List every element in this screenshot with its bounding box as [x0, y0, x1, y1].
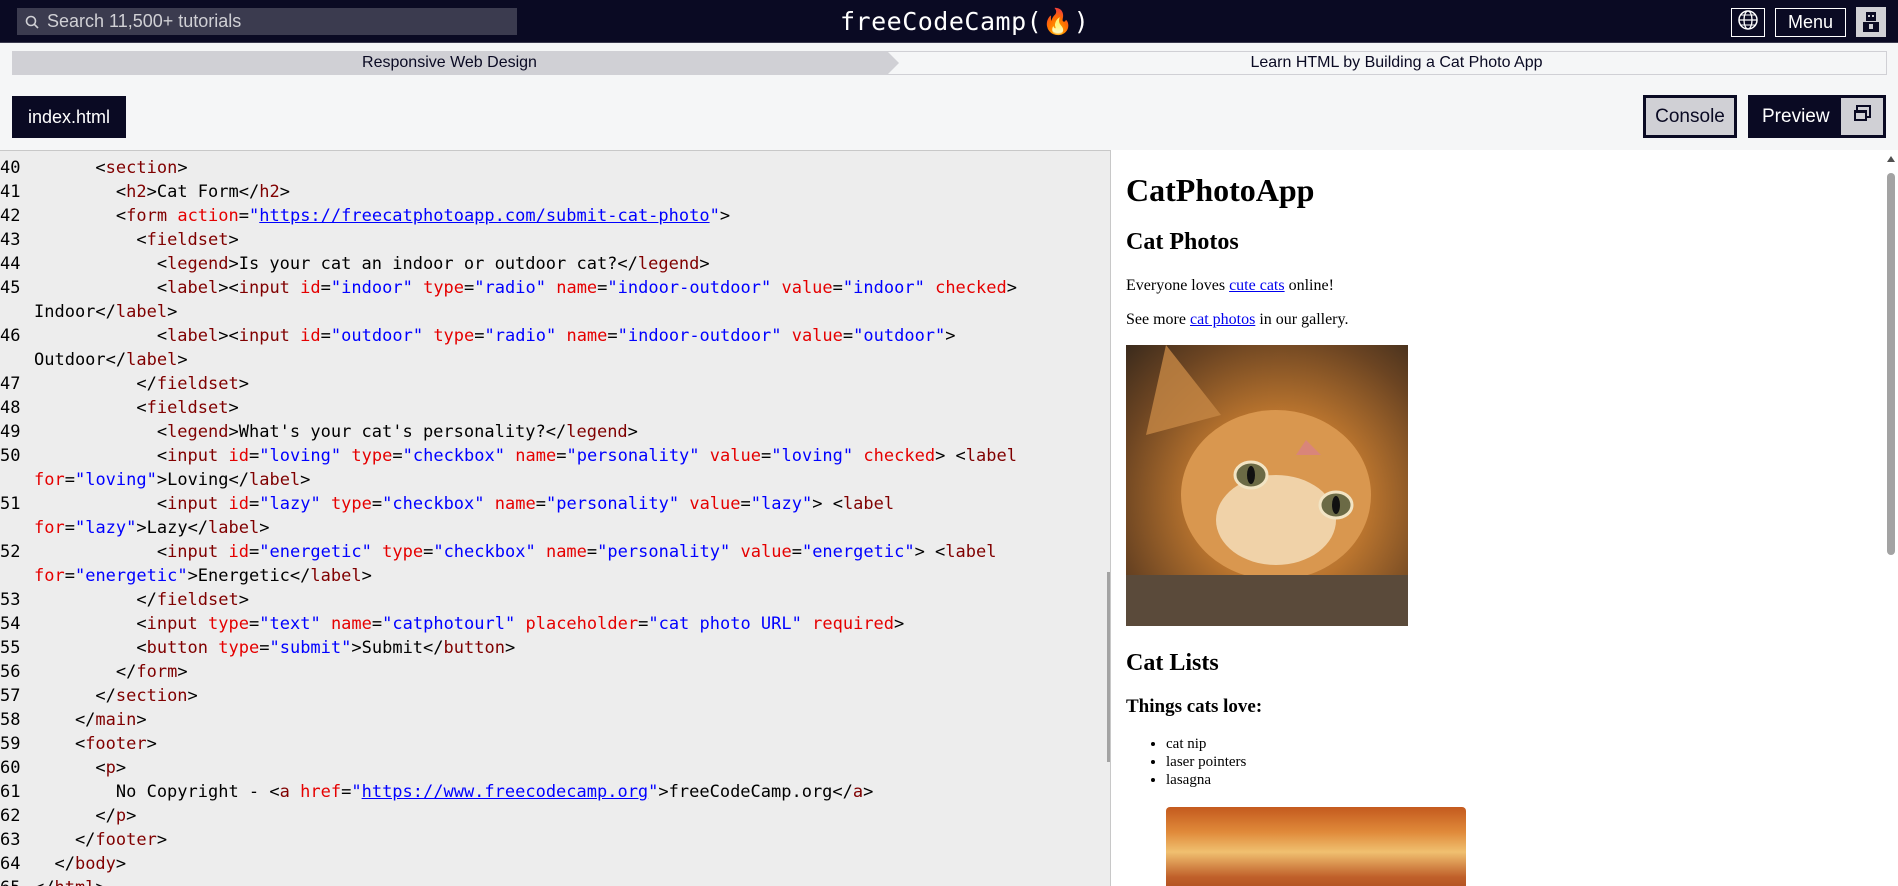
line-number: 40: [0, 158, 21, 178]
line-number: 57: [0, 686, 21, 706]
top-navbar: Search 11,500+ tutorials freeCodeCamp(🔥)…: [0, 0, 1898, 43]
scroll-up-icon[interactable]: [1887, 156, 1895, 162]
tab-index-html[interactable]: index.html: [12, 96, 127, 138]
search-icon: [17, 15, 47, 29]
code-text: for="energetic">Energetic</label>: [34, 566, 372, 586]
code-text: </body>: [34, 854, 127, 874]
line-number: 63: [0, 830, 21, 850]
code-text: <label><input id="outdoor" type="radio" …: [34, 326, 956, 346]
list-item: cat nip: [1166, 735, 1246, 753]
code-editor[interactable]: 40 <section> 41 <h2>Cat Form</h2> 42 <form…: [0, 150, 1110, 886]
freecodecamp-logo[interactable]: freeCodeCamp(🔥): [840, 7, 1089, 37]
code-text: <h2>Cat Form</h2>: [34, 182, 290, 202]
code-text: <button type="submit">Submit</button>: [34, 638, 516, 658]
line-number: 47: [0, 374, 21, 394]
line-number: 51: [0, 494, 21, 514]
preview-button[interactable]: Preview: [1748, 95, 1886, 138]
line-number: 48: [0, 398, 21, 418]
preview-title: CatPhotoApp: [1126, 172, 1315, 208]
popout-icon: [1852, 104, 1872, 129]
line-number: 52: [0, 542, 21, 562]
list-item: laser pointers: [1166, 753, 1246, 771]
line-number: 61: [0, 782, 21, 802]
line-number: 45: [0, 278, 21, 298]
preview-heading-cat-photos: Cat Photos: [1126, 229, 1239, 255]
code-text: </section>: [34, 686, 198, 706]
preview-scroll-thumb[interactable]: [1887, 173, 1895, 555]
list-item: lasagna: [1166, 771, 1246, 789]
line-number: 46: [0, 326, 21, 346]
code-text: <form action="https://freecatphotoapp.co…: [34, 206, 731, 226]
code-text: <p>: [34, 758, 127, 778]
code-text: </p>: [34, 806, 137, 826]
language-button[interactable]: [1730, 7, 1765, 37]
editor-tab-bar: index.html Console Preview: [0, 80, 1898, 150]
line-number: 65: [0, 876, 34, 886]
line-number: 49: [0, 422, 21, 442]
preview-scrollbar[interactable]: [1884, 150, 1898, 886]
code-text: <input id="loving" type="checkbox" name=…: [34, 446, 1017, 466]
code-text: </fieldset>: [34, 374, 249, 394]
breadcrumb: Responsive Web Design Learn HTML by Buil…: [12, 51, 1887, 75]
line-number: 53: [0, 590, 21, 610]
line-number: 58: [0, 710, 21, 730]
line-number: 55: [0, 638, 21, 658]
line-number: 42: [0, 206, 21, 226]
pane-splitter[interactable]: [1110, 150, 1118, 886]
code-text: <section>: [34, 158, 188, 178]
popout-preview-button[interactable]: [1841, 98, 1883, 135]
code-text: <fieldset>: [34, 230, 239, 250]
breadcrumb-course[interactable]: Responsive Web Design: [12, 51, 899, 75]
preview-paragraph-1: Everyone loves cute cats online!: [1126, 277, 1334, 294]
cute-cats-link[interactable]: cute cats: [1229, 277, 1285, 294]
code-text: <footer>: [34, 734, 157, 754]
preview-paragraph-2: See more cat photos in our gallery.: [1126, 311, 1349, 328]
line-number: 44: [0, 254, 21, 274]
code-text: <legend>What's your cat's personality?</…: [34, 422, 638, 442]
code-text: </fieldset>: [34, 590, 249, 610]
code-text: <label><input id="indoor" type="radio" n…: [34, 278, 1017, 298]
preview-pane: CatPhotoApp Cat Photos Everyone loves cu…: [1118, 150, 1898, 886]
code-text: Indoor</label>: [34, 302, 178, 322]
lasagna-image[interactable]: [1166, 807, 1466, 886]
line-number: 41: [0, 182, 21, 202]
breadcrumb-project[interactable]: Learn HTML by Building a Cat Photo App: [887, 51, 1887, 75]
line-number: 56: [0, 662, 21, 682]
user-avatar[interactable]: [1856, 7, 1886, 37]
line-number: 59: [0, 734, 21, 754]
code-text: </footer>: [34, 830, 168, 850]
search-placeholder: Search 11,500+ tutorials: [47, 11, 242, 31]
code-text: No Copyright - <a href="https://www.free…: [34, 782, 874, 802]
code-text: <input id="energetic" type="checkbox" na…: [34, 542, 997, 562]
code-text: </main>: [34, 710, 147, 730]
cat-photos-link[interactable]: cat photos: [1190, 311, 1255, 328]
preview-label: Preview: [1762, 105, 1830, 127]
globe-icon: [1737, 9, 1759, 36]
code-text: <input type="text" name="catphotourl" pl…: [34, 614, 905, 634]
code-text: <legend>Is your cat an indoor or outdoor…: [34, 254, 710, 274]
code-text: for="lazy">Lazy</label>: [34, 518, 270, 538]
line-number: 60: [0, 758, 21, 778]
line-number: 54: [0, 614, 21, 634]
code-text: </html>: [34, 876, 106, 886]
preview-heading-cat-lists: Cat Lists: [1126, 650, 1219, 676]
code-text: for="loving">Loving</label>: [34, 470, 311, 490]
code-text: Outdoor</label>: [34, 350, 188, 370]
search-bar[interactable]: Search 11,500+ tutorials: [17, 8, 517, 35]
line-number: 50: [0, 446, 21, 466]
menu-button[interactable]: Menu: [1774, 7, 1846, 37]
console-button[interactable]: Console: [1643, 95, 1737, 138]
preview-list-heading: Things cats love:: [1126, 696, 1263, 717]
cat-love-list: cat nip laser pointers lasagna: [1166, 735, 1246, 789]
code-text: </form>: [34, 662, 188, 682]
code-text: <input id="lazy" type="checkbox" name="p…: [34, 494, 895, 514]
line-number: 62: [0, 806, 21, 826]
line-number: 64: [0, 854, 21, 874]
cat-photo-image[interactable]: [1126, 345, 1408, 626]
code-text: <fieldset>: [34, 398, 239, 418]
line-number: 43: [0, 230, 21, 250]
